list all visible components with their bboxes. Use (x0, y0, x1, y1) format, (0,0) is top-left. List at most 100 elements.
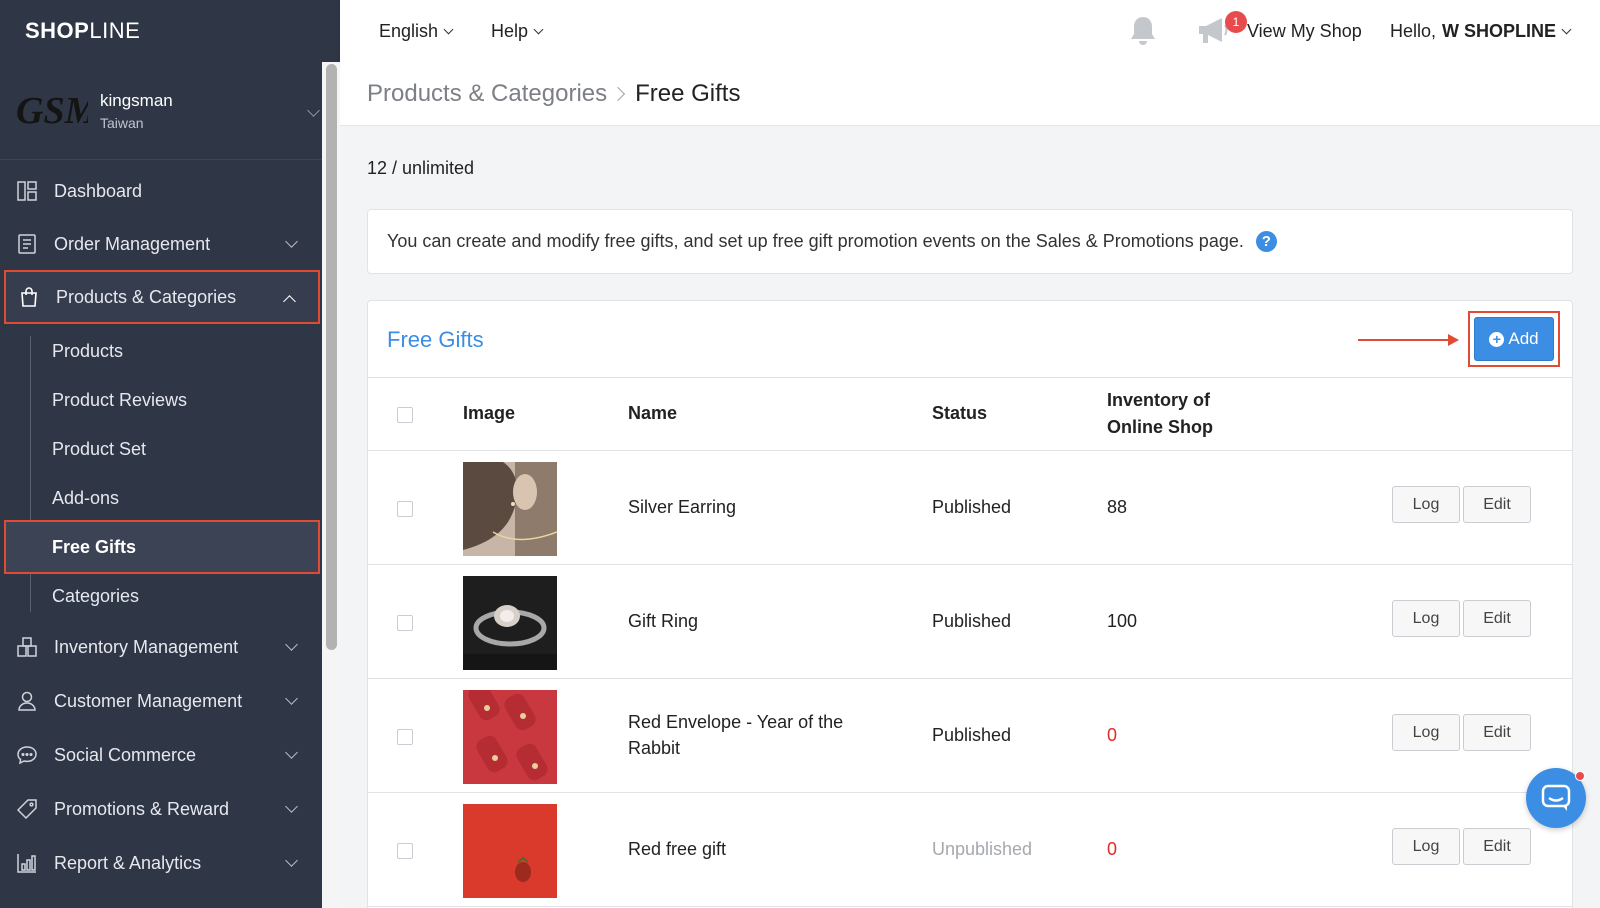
table-row: Red Envelope - Year of the Rabbit Publis… (368, 679, 1572, 793)
gift-status: Published (932, 725, 1012, 745)
annotation-arrow-head (1448, 334, 1459, 346)
sidebar-item-report-analytics[interactable]: Report & Analytics (4, 836, 320, 890)
product-image-red-free-gift[interactable] (463, 804, 557, 898)
clipboard-icon (16, 233, 38, 255)
edit-button[interactable]: Edit (1463, 600, 1531, 637)
sidebar-item-label: Promotions & Reward (54, 798, 230, 819)
product-image-red-envelope[interactable] (463, 690, 557, 784)
chevron-down-icon (285, 854, 298, 867)
sidebar-subitem-product-set[interactable]: Product Set (52, 434, 146, 464)
bell-icon[interactable] (1128, 15, 1158, 47)
user-menu-dropdown[interactable]: Hello, W SHOPLINE (1390, 21, 1572, 42)
info-notice: You can create and modify free gifts, an… (367, 209, 1573, 274)
gift-name: Red free gift (628, 839, 727, 859)
sidebar-item-label: Inventory Management (54, 636, 239, 657)
dashboard-icon (16, 180, 38, 202)
free-gift-quota: 12 / unlimited (367, 158, 475, 178)
gift-inventory: 0 (1107, 725, 1118, 745)
gift-inventory: 0 (1107, 839, 1118, 859)
row-checkbox[interactable] (397, 729, 413, 745)
chevron-right-icon (611, 86, 626, 101)
sidebar-item-customer-management[interactable]: Customer Management (4, 674, 320, 728)
shop-region: Taiwan (100, 114, 144, 131)
help-circle-icon[interactable]: ? (1255, 231, 1277, 252)
sidebar-item-label: Report & Analytics (54, 852, 202, 873)
table-row: Gift Ring Published 100 Log Edit (368, 565, 1572, 679)
language-label: English (379, 20, 439, 41)
sidebar-subitem-product-reviews[interactable]: Product Reviews (52, 385, 187, 415)
sidebar-item-social-commerce[interactable]: Social Commerce (4, 728, 320, 782)
table-row: Silver Earring Published 88 Log Edit (368, 451, 1572, 565)
breadcrumb-current: Free Gifts (635, 79, 741, 107)
gift-inventory: 88 (1107, 497, 1128, 517)
gift-inventory: 100 (1107, 611, 1138, 631)
table-row: Red free gift Unpublished 0 Log Edit (368, 793, 1572, 907)
help-label: Help (491, 20, 529, 41)
sidebar-item-inventory-management[interactable]: Inventory Management (4, 620, 320, 674)
chevron-down-icon (285, 800, 298, 813)
log-button[interactable]: Log (1392, 714, 1460, 751)
row-checkbox[interactable] (397, 843, 413, 859)
sidebar-item-order-management[interactable]: Order Management (4, 217, 320, 271)
shop-switcher[interactable]: GSM kingsman Taiwan (0, 62, 340, 160)
edit-button[interactable]: Edit (1463, 486, 1531, 523)
chevron-down-icon (307, 104, 320, 117)
analytics-chart-icon (16, 852, 38, 874)
shopline-logo[interactable]: SHOP LINE (0, 0, 340, 62)
table-header: Image Name Status Inventory of Online Sh… (368, 377, 1572, 451)
sidebar-item-label: Dashboard (54, 180, 143, 201)
help-dropdown[interactable]: Help (491, 20, 544, 42)
sidebar-item-dashboard[interactable]: Dashboard (4, 164, 320, 218)
tag-icon (16, 798, 38, 820)
sidebar-subitem-free-gifts[interactable]: Free Gifts (52, 532, 136, 562)
chevron-down-icon (285, 692, 298, 705)
log-button[interactable]: Log (1392, 600, 1460, 637)
top-navigation-bar: English Help View My Shop Hello, W SHOPL… (340, 0, 1600, 62)
language-dropdown[interactable]: English (379, 20, 454, 42)
log-button[interactable]: Log (1392, 828, 1460, 865)
sidebar-item-label: Social Commerce (54, 744, 197, 765)
log-button[interactable]: Log (1392, 486, 1460, 523)
gift-name: Gift Ring (628, 611, 699, 631)
select-all-checkbox[interactable] (397, 407, 413, 423)
notification-badge: 1 (1225, 11, 1247, 33)
sidebar-subitem-products[interactable]: Products (52, 336, 123, 366)
sidebar-item-label: Customer Management (54, 690, 243, 711)
chat-bubble-icon (16, 744, 38, 766)
chevron-down-icon (533, 24, 544, 34)
product-image-silver-earring[interactable] (463, 462, 557, 556)
sidebar-item-promotions-reward[interactable]: Promotions & Reward (4, 782, 320, 836)
breadcrumb-parent-link[interactable]: Products & Categories (367, 80, 607, 108)
annotation-arrow-line (1358, 339, 1450, 341)
edit-button[interactable]: Edit (1463, 828, 1531, 865)
sidebar-item-label: Products & Categories (56, 286, 237, 307)
sidebar-scrollbar-thumb[interactable] (326, 64, 337, 650)
row-checkbox[interactable] (397, 501, 413, 517)
chevron-down-icon (285, 746, 298, 759)
info-text: You can create and modify free gifts, an… (387, 231, 1244, 251)
row-checkbox[interactable] (397, 615, 413, 631)
view-my-shop-label: View My Shop (1247, 20, 1362, 41)
view-my-shop-link[interactable]: View My Shop (1247, 21, 1362, 42)
chevron-down-icon (285, 638, 298, 651)
gift-status: Published (932, 611, 1012, 631)
column-header-inventory-line1: Inventory of (1107, 390, 1211, 410)
gift-name: Silver Earring (628, 497, 737, 517)
chat-unread-dot (1575, 771, 1585, 781)
sidebar: SHOPLINE GSM kingsman Taiwan Dashboard O… (0, 0, 340, 908)
edit-button[interactable]: Edit (1463, 714, 1531, 751)
add-free-gift-button[interactable]: + Add (1474, 317, 1554, 361)
column-header-inventory-line2: Online Shop (1107, 417, 1213, 437)
product-image-gift-ring[interactable] (463, 576, 557, 670)
gift-status: Unpublished (932, 839, 1033, 859)
shop-name: kingsman (100, 90, 173, 110)
sidebar-subitem-add-ons[interactable]: Add-ons (52, 483, 119, 513)
user-icon (16, 690, 38, 712)
chevron-down-icon (1561, 24, 1572, 34)
sidebar-subitem-categories[interactable]: Categories (52, 581, 139, 611)
free-gifts-panel: Free Gifts + Add Image Name Status Inven… (367, 300, 1573, 908)
shopping-bag-icon (18, 286, 40, 308)
sidebar-item-label: Order Management (54, 233, 211, 254)
sidebar-item-products-categories[interactable]: Products & Categories (4, 270, 320, 324)
chevron-down-icon (443, 24, 454, 34)
